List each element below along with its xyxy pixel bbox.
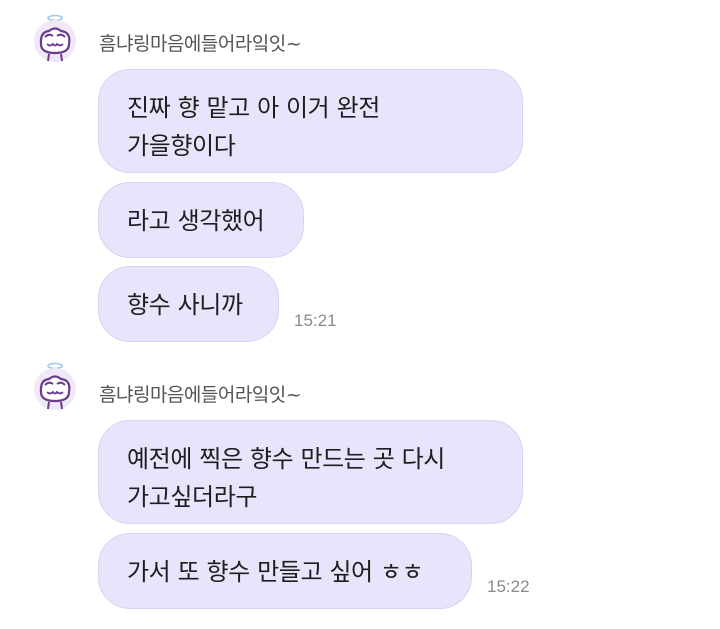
message-bubble[interactable]: 진짜 향 맡고 아 이거 완전 가을향이다 — [98, 69, 523, 173]
sender-name: 흠냐링마음에들어라잌잇~ — [99, 384, 302, 406]
sender-avatar[interactable] — [30, 14, 80, 64]
profile-character-icon — [34, 362, 76, 410]
sender-name: 흠냐링마음에들어라잌잇~ — [99, 33, 302, 55]
message-bubble[interactable]: 예전에 찍은 향수 만드는 곳 다시 가고싶더라구 — [98, 420, 523, 524]
message-timestamp: 15:21 — [294, 311, 337, 330]
profile-character-icon — [34, 14, 76, 62]
message-bubble[interactable]: 라고 생각했어 — [98, 182, 304, 258]
sender-avatar[interactable] — [30, 362, 80, 412]
message-bubble[interactable]: 향수 사니까 — [98, 266, 279, 342]
message-timestamp: 15:22 — [487, 577, 530, 596]
message-bubble[interactable]: 가서 또 향수 만들고 싶어 ㅎㅎ — [98, 533, 472, 609]
